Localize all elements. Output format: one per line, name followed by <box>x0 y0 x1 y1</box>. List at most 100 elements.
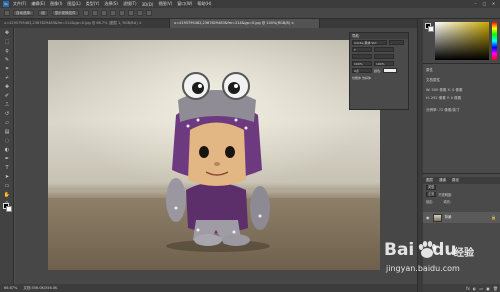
shape-tool-icon[interactable]: ▭ <box>2 182 12 190</box>
properties-line-1: 文档属性 <box>426 78 440 82</box>
align-middle-icon[interactable] <box>91 10 98 16</box>
align-center-icon[interactable] <box>118 10 125 16</box>
align-left-icon[interactable] <box>109 10 116 16</box>
align-bottom-icon[interactable] <box>100 10 107 16</box>
trash-icon[interactable]: 🗑 <box>493 286 498 291</box>
move-tool-icon[interactable]: ✥ <box>2 29 12 37</box>
kerning-field[interactable] <box>374 54 394 59</box>
leading-field[interactable] <box>374 47 394 52</box>
adjustment-layer-icon[interactable]: ◐ <box>473 286 477 291</box>
photoshop-logo: Ps <box>3 1 9 7</box>
menu-layer[interactable]: 图层(L) <box>67 1 80 7</box>
new-group-icon[interactable]: ▭ <box>479 286 483 291</box>
close-button[interactable]: ✕ <box>490 1 497 7</box>
menu-image[interactable]: 图像(I) <box>50 1 62 7</box>
move-tool-icon[interactable] <box>4 10 10 16</box>
properties-panel: 属性 文档属性 W: 500 像素 X: 0 像素 H: 292 像素 Y: 0… <box>423 64 500 174</box>
font-size-field[interactable]: T <box>352 47 372 52</box>
baidu-paw-icon <box>418 241 436 258</box>
new-layer-icon[interactable]: ▣ <box>486 286 490 291</box>
hand-tool-icon[interactable]: ✋ <box>2 191 12 199</box>
3d-mode-icon[interactable] <box>145 10 152 16</box>
watermark-url: jingyan.baidu.com <box>386 264 460 273</box>
visibility-eye-icon[interactable]: ◉ <box>426 215 430 220</box>
document-tabs: u=4195795462,2367829483&fm=214&gp=0.jpg … <box>0 19 417 28</box>
tools-panel: ✥ ⬚ ϙ ✎ ⌗ ⌿ ✚ ✐ ⎍ ↺ ▱ ▤ ◌ ◐ ✒ T ➤ ▭ ✋ ⚲ <box>0 28 14 284</box>
show-transform-checkbox[interactable]: 显示变换控件 <box>51 10 79 16</box>
layer-thumbnail <box>432 213 442 222</box>
menu-select[interactable]: 选择(S) <box>104 1 118 7</box>
eyedropper-tool-icon[interactable]: ⌿ <box>2 74 12 82</box>
panel-background-swatch[interactable] <box>428 26 434 32</box>
crop-tool-icon[interactable]: ⌗ <box>2 65 12 73</box>
tab-paths[interactable]: 路径 <box>449 177 462 184</box>
menu-filter[interactable]: 滤镜(T) <box>123 1 137 7</box>
menu-3d[interactable]: 3D(D) <box>142 2 154 7</box>
figurine-illustration <box>166 72 270 252</box>
options-bar: 自动选择: 组 显示变换控件 <box>0 8 500 19</box>
blend-mode-dropdown[interactable]: 正常 <box>426 192 437 197</box>
blur-tool-icon[interactable]: ◌ <box>2 137 12 145</box>
lock-icon: 🔒 <box>491 215 496 220</box>
menu-window[interactable]: 窗口(W) <box>177 1 192 7</box>
path-select-tool-icon[interactable]: ➤ <box>2 173 12 181</box>
color-field[interactable] <box>435 22 489 60</box>
window-controls: – □ ✕ <box>470 1 497 7</box>
fx-icon[interactable]: fx <box>466 286 470 291</box>
menu-edit[interactable]: 编辑(E) <box>31 1 45 7</box>
brush-tool-icon[interactable]: ✐ <box>2 92 12 100</box>
properties-line-3: H: 292 像素 Y: 0 像素 <box>426 96 462 100</box>
baseline-shift-field[interactable]: 0点 <box>352 68 372 73</box>
layers-footer: fx ◐ ▭ ▣ 🗑 <box>423 284 500 292</box>
dodge-tool-icon[interactable]: ◐ <box>2 146 12 154</box>
menu-view[interactable]: 视图(V) <box>158 1 172 7</box>
gradient-tool-icon[interactable]: ▤ <box>2 128 12 136</box>
healing-brush-tool-icon[interactable]: ✚ <box>2 83 12 91</box>
character-panel: 导航 Adobe 黑体 Std - T 100% 100% 0点 颜色: 仿粗体… <box>349 32 409 110</box>
lock-label: 锁定: <box>426 200 434 204</box>
status-bar: 66.67% 文档:556.0K/556.0K <box>0 284 417 292</box>
faux-style-row[interactable]: 仿粗体 仿斜体 <box>352 76 371 80</box>
menu-type[interactable]: 类型(Y) <box>86 1 100 7</box>
tab-layers[interactable]: 图层 <box>423 177 436 184</box>
menu-help[interactable]: 帮助(H) <box>197 1 211 7</box>
horizontal-scale-field[interactable]: 100% <box>374 61 394 66</box>
history-brush-tool-icon[interactable]: ↺ <box>2 110 12 118</box>
auto-select-dropdown[interactable]: 组 <box>38 10 48 16</box>
font-style-field[interactable]: - <box>388 40 404 45</box>
menu-file[interactable]: 文件(F) <box>13 1 26 7</box>
tab-channels[interactable]: 通道 <box>436 177 449 184</box>
auto-select-checkbox[interactable]: 自动选择: <box>13 10 35 16</box>
opacity-label: 不透明度: <box>438 193 453 197</box>
hue-slider[interactable] <box>492 22 497 60</box>
clone-stamp-tool-icon[interactable]: ⎍ <box>2 101 12 109</box>
zoom-level[interactable]: 66.67% <box>4 286 17 290</box>
text-color-swatch[interactable] <box>383 68 398 73</box>
distribute-icon[interactable] <box>136 10 143 16</box>
minimize-button[interactable]: – <box>472 1 479 7</box>
tab-document-2[interactable]: u=4195795462,2367829483&fm=214&gp=0.jpg … <box>170 19 320 28</box>
align-top-icon[interactable] <box>82 10 89 16</box>
background-color-swatch[interactable] <box>6 206 12 212</box>
color-picker-panel <box>423 19 500 64</box>
document-image[interactable] <box>48 40 380 270</box>
lasso-tool-icon[interactable]: ϙ <box>2 47 12 55</box>
layer-row-background[interactable]: ◉ 背景 🔒 <box>423 212 500 223</box>
quick-select-tool-icon[interactable]: ✎ <box>2 56 12 64</box>
properties-title: 属性 <box>426 68 433 72</box>
maximize-button[interactable]: □ <box>481 1 488 7</box>
font-family-field[interactable]: Adobe 黑体 Std <box>352 40 387 45</box>
watermark-tag: 经验 <box>454 248 474 259</box>
layer-filter-dropdown[interactable]: 类型 <box>426 185 437 190</box>
properties-line-2: W: 500 像素 X: 0 像素 <box>426 88 463 92</box>
type-tool-icon[interactable]: T <box>2 164 12 172</box>
properties-line-4: 分辨率: 72 像素/英寸 <box>426 108 460 112</box>
tracking-field[interactable] <box>352 54 372 59</box>
pen-tool-icon[interactable]: ✒ <box>2 155 12 163</box>
tab-document-1[interactable]: u=4195795462,2367829483&fm=214&gp=0.jpg … <box>0 19 170 28</box>
marquee-tool-icon[interactable]: ⬚ <box>2 38 12 46</box>
align-right-icon[interactable] <box>127 10 134 16</box>
layer-name: 背景 <box>444 215 452 219</box>
vertical-scale-field[interactable]: 100% <box>352 61 372 66</box>
eraser-tool-icon[interactable]: ▱ <box>2 119 12 127</box>
